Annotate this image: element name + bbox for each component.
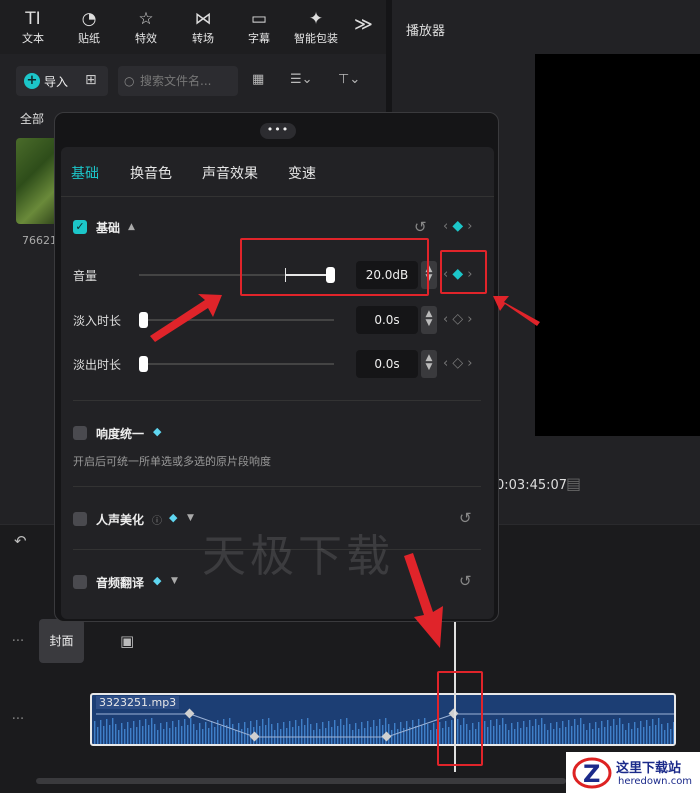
site-logo-title: 这里下载站 [616,761,682,776]
arrow-to-timeline [404,553,443,648]
annotation-arrows [150,294,540,648]
site-logo-url: heredown.com [618,776,693,787]
arrow-to-keyframe [493,296,540,326]
svg-text:Z: Z [583,760,600,788]
z-logo-icon: Z [572,757,612,789]
arrow-to-volume [150,294,222,342]
site-logo-badge: Z 这里下载站 heredown.com [566,752,700,793]
